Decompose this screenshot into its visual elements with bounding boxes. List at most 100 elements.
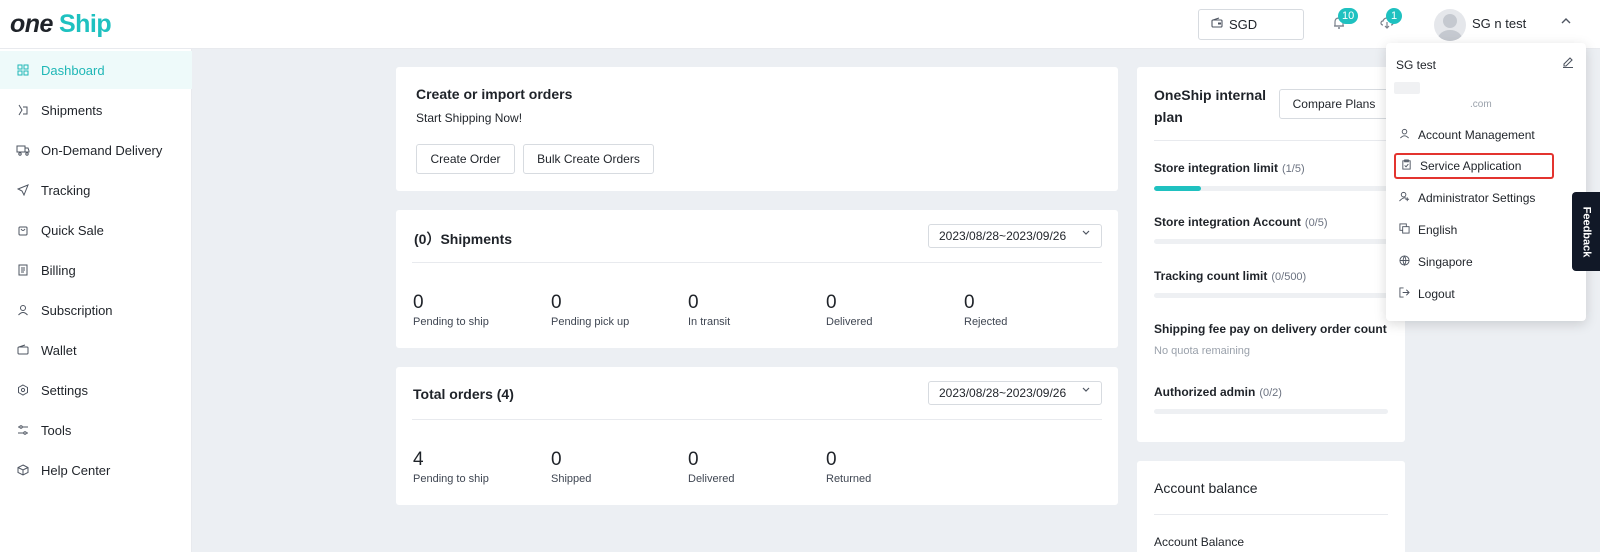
stat-label: Pending to ship [413, 316, 489, 328]
user-icon [16, 303, 30, 317]
stat-label: Shipped [551, 473, 592, 485]
sidebar-item-on-demand-delivery[interactable]: On-Demand Delivery [0, 131, 192, 169]
menu-item-label: Administrator Settings [1418, 191, 1536, 205]
feedback-label: Feedback [1580, 206, 1592, 257]
create-orders-card: Create or import orders Start Shipping N… [396, 67, 1118, 191]
account-balance-label: Account Balance [1154, 535, 1245, 549]
sidebar-item-shipments[interactable]: Shipments [0, 91, 192, 129]
wallet-icon [16, 343, 30, 357]
sidebar-item-label: Quick Sale [41, 222, 104, 238]
store-integration-limit-label: Store integration limit (1/5) [1154, 161, 1305, 175]
stat-pending-to-ship[interactable]: 0 Pending to ship [413, 292, 489, 328]
stat-value: 0 [826, 449, 837, 470]
create-orders-title: Create or import orders [416, 86, 573, 102]
stat-label: Pending pick up [551, 316, 630, 328]
divider [1154, 514, 1388, 515]
feedback-tab[interactable]: Feedback [1572, 192, 1600, 271]
stat-in-transit[interactable]: 0 In transit [688, 292, 730, 328]
notification-count-badge: 10 [1338, 8, 1359, 24]
sidebar-item-label: Subscription [41, 302, 113, 318]
chevron-up-icon[interactable] [1560, 15, 1572, 30]
authorized-admin-bar [1154, 409, 1388, 414]
sidebar-item-label: Shipments [41, 102, 103, 118]
store-integration-account-label: Store integration Account (0/5) [1154, 215, 1328, 229]
stat-value: 0 [826, 292, 837, 313]
create-order-button[interactable]: Create Order [416, 144, 515, 174]
plan-title: OneShip internal plan [1154, 84, 1266, 128]
stat-value: 4 [413, 449, 424, 470]
sidebar-item-tools[interactable]: Tools [0, 411, 192, 449]
download-button[interactable]: 1 [1376, 8, 1402, 36]
stat-value: 0 [551, 292, 562, 313]
stat-label: Delivered [826, 316, 873, 328]
stat-value: 0 [964, 292, 975, 313]
menu-item-account-management[interactable]: Account Management [1394, 122, 1580, 148]
shipments-icon [16, 103, 30, 117]
limit-count: (0/500) [1271, 271, 1307, 283]
menu-item-label: Logout [1418, 287, 1455, 301]
stat-value: 0 [688, 449, 699, 470]
sidebar-item-quick-sale[interactable]: Quick Sale [0, 211, 192, 249]
account-balance-card: Account balance Account Balance [1137, 461, 1405, 552]
logo-text-ship: Ship [58, 9, 112, 38]
total-orders-card: Total orders (4) 2023/08/28~2023/09/26 4… [396, 367, 1118, 505]
shipping-fee-label: Shipping fee pay on delivery order count [1154, 322, 1387, 336]
sidebar-item-wallet[interactable]: Wallet [0, 331, 192, 369]
logout-icon [1398, 287, 1410, 301]
shipments-date-range[interactable]: 2023/08/28~2023/09/26 [928, 224, 1102, 248]
stat-pending-to-ship[interactable]: 4 Pending to ship [413, 449, 489, 485]
menu-item-label: Service Application [1420, 159, 1522, 173]
chevron-down-icon [1081, 385, 1091, 398]
stat-pending-pick-up[interactable]: 0 Pending pick up [551, 292, 629, 328]
account-balance-title: Account balance [1154, 480, 1258, 496]
sidebar-item-label: Tracking [41, 182, 91, 198]
stat-shipped[interactable]: 0 Shipped [551, 449, 591, 485]
divider [412, 419, 1102, 420]
stat-returned[interactable]: 0 Returned [826, 449, 871, 485]
stat-rejected[interactable]: 0 Rejected [964, 292, 1007, 328]
redacted-email-block [1394, 82, 1420, 94]
tools-icon [16, 423, 30, 437]
dashboard-icon [16, 63, 30, 77]
user-name[interactable]: SG n test [1472, 16, 1526, 31]
logo-text-one: one [10, 9, 53, 38]
menu-item-logout[interactable]: Logout [1394, 281, 1580, 307]
currency-value: SGD [1229, 17, 1258, 32]
stat-delivered[interactable]: 0 Delivered [826, 292, 872, 328]
sidebar-item-dashboard[interactable]: Dashboard [0, 51, 192, 89]
authorized-admin-label: Authorized admin (0/2) [1154, 385, 1282, 399]
stat-delivered[interactable]: 0 Delivered [688, 449, 734, 485]
orders-date-range[interactable]: 2023/08/28~2023/09/26 [928, 381, 1102, 405]
store-integration-account-bar [1154, 239, 1388, 244]
store-integration-limit-bar [1154, 186, 1388, 191]
menu-item-administrator-settings[interactable]: Administrator Settings [1394, 185, 1580, 211]
stat-label: Pending to ship [413, 473, 489, 485]
menu-item-label: Account Management [1418, 128, 1535, 142]
sidebar-item-label: Billing [41, 262, 76, 278]
sidebar-item-tracking[interactable]: Tracking [0, 171, 192, 209]
top-header: one Ship SGD 10 1 SG n test [0, 0, 1600, 49]
sidebar-item-billing[interactable]: Billing [0, 251, 192, 289]
sidebar-item-settings[interactable]: Settings [0, 371, 192, 409]
avatar[interactable] [1434, 9, 1466, 41]
currency-selector[interactable]: SGD [1198, 9, 1304, 40]
divider [1154, 140, 1388, 141]
compare-plans-button[interactable]: Compare Plans [1279, 89, 1389, 119]
limit-name: Authorized admin [1154, 385, 1256, 399]
bulk-create-orders-button[interactable]: Bulk Create Orders [523, 144, 654, 174]
menu-item-service-application[interactable]: Service Application [1394, 153, 1554, 179]
sidebar-item-subscription[interactable]: Subscription [0, 291, 192, 329]
menu-item-english[interactable]: English [1394, 217, 1580, 243]
notification-bell-button[interactable]: 10 [1328, 8, 1359, 36]
navigation-icon [16, 183, 30, 197]
progress-fill [1154, 186, 1201, 191]
edit-icon[interactable] [1562, 56, 1574, 71]
tracking-count-limit-bar [1154, 293, 1388, 298]
stat-label: Rejected [964, 316, 1008, 328]
menu-item-singapore[interactable]: Singapore [1394, 249, 1580, 275]
box-icon [16, 463, 30, 477]
download-count-badge: 1 [1386, 8, 1402, 24]
sidebar-item-help-center[interactable]: Help Center [0, 451, 192, 489]
oneship-logo[interactable]: one Ship [10, 9, 112, 39]
limit-count: (0/5) [1304, 217, 1328, 229]
